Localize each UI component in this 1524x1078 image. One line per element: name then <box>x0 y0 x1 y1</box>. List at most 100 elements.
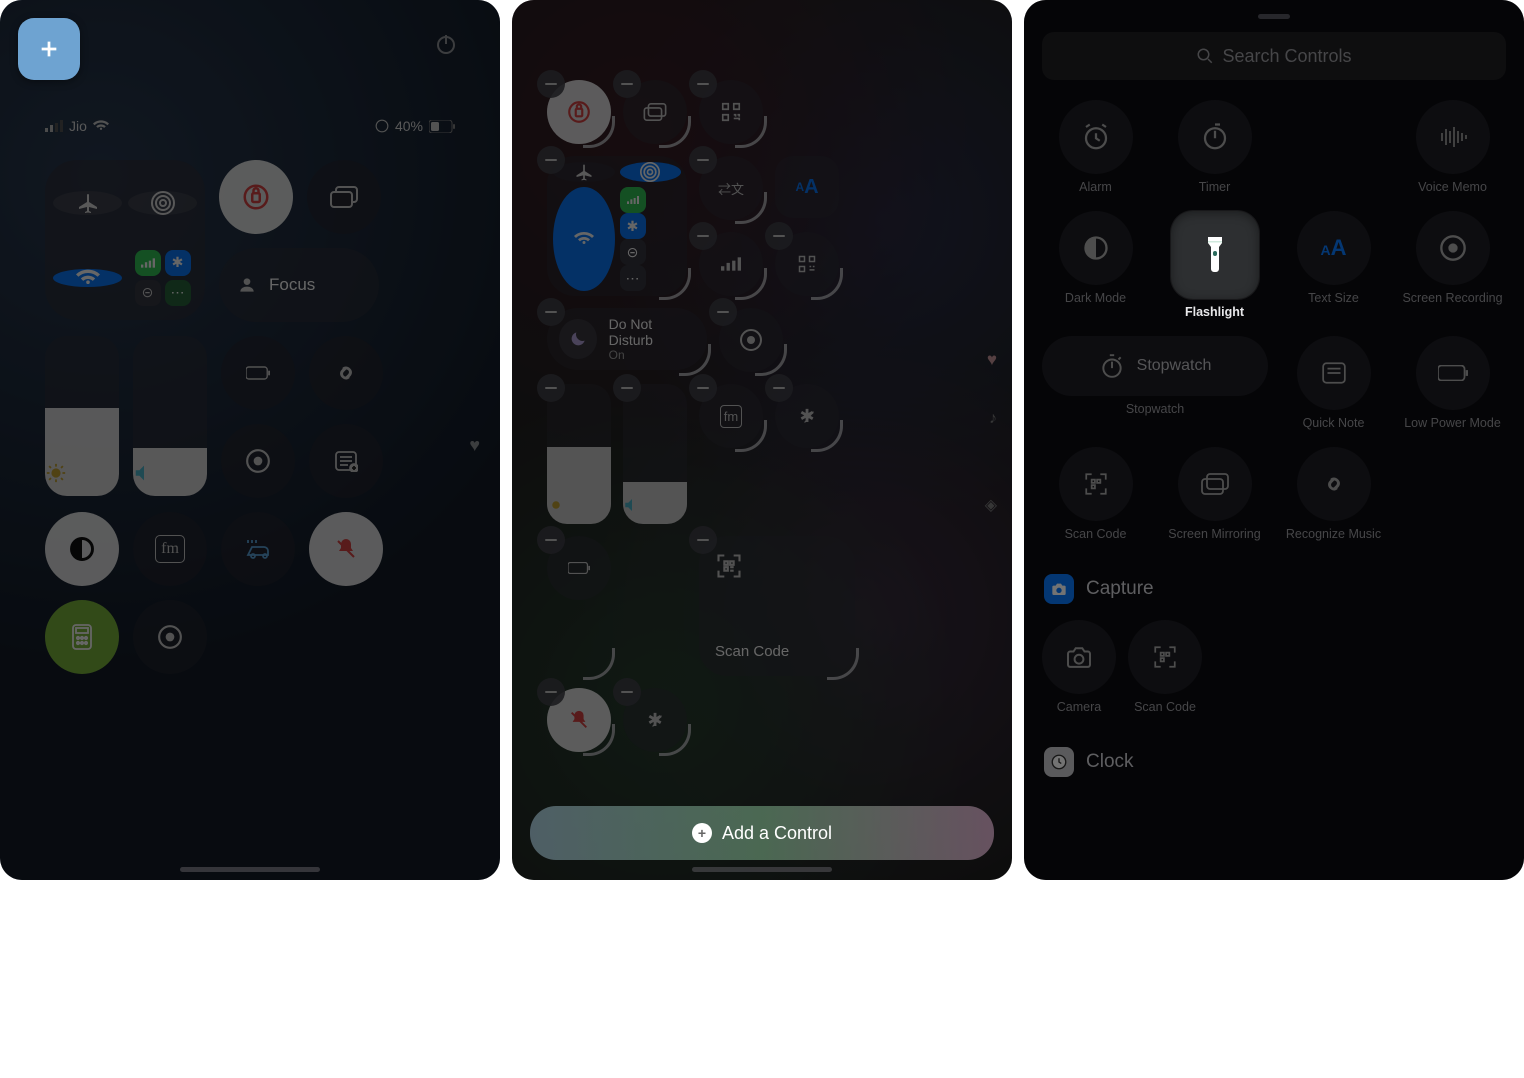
resize-handle[interactable] <box>735 192 767 224</box>
control-center-screenshot-1: Jio 40% ✱ <box>0 0 500 880</box>
cell-mini-icon <box>620 187 646 213</box>
scan-code-capture-control[interactable]: Scan Code <box>1128 620 1202 715</box>
home-indicator <box>692 867 832 872</box>
airplane-toggle[interactable] <box>53 191 122 215</box>
stopwatch-control[interactable]: Stopwatch Stopwatch <box>1042 336 1268 431</box>
remove-button[interactable] <box>537 298 565 326</box>
airdrop-toggle[interactable] <box>128 191 197 215</box>
clock-app-icon <box>1044 747 1074 777</box>
add-control-button[interactable]: + Add a Control <box>530 806 994 860</box>
resize-handle[interactable] <box>811 420 843 452</box>
resize-handle[interactable] <box>583 648 615 680</box>
resize-handle[interactable] <box>735 268 767 300</box>
status-bar: Jio 40% <box>0 118 500 134</box>
shazam-button[interactable] <box>309 336 383 410</box>
scan-code-control[interactable]: Scan Code <box>1042 447 1149 542</box>
flashlight-icon <box>1202 235 1228 275</box>
quick-note-control[interactable]: Quick Note <box>1280 336 1387 431</box>
extra-record-button[interactable] <box>133 600 207 674</box>
dark-mode-icon <box>68 535 96 563</box>
remove-button[interactable] <box>537 146 565 174</box>
wifi-toggle[interactable] <box>53 269 122 287</box>
remove-button[interactable] <box>689 70 717 98</box>
plus-icon <box>38 38 60 60</box>
screen-recording-toggle[interactable] <box>221 424 295 498</box>
screen-recording-control[interactable]: Screen Recording <box>1399 211 1506 320</box>
remove-button[interactable] <box>537 678 565 706</box>
brightness-slider[interactable] <box>45 336 119 496</box>
record-icon <box>1439 234 1467 262</box>
resize-handle[interactable] <box>583 116 615 148</box>
resize-handle[interactable] <box>659 268 691 300</box>
silent-toggle[interactable] <box>309 512 383 586</box>
carplay-button[interactable] <box>221 512 295 586</box>
remove-button[interactable] <box>537 70 565 98</box>
moon-icon <box>568 329 588 349</box>
power-button[interactable] <box>432 30 460 58</box>
quick-note-button[interactable] <box>309 424 383 498</box>
cellular-badge <box>135 250 161 276</box>
timer-control[interactable]: Timer <box>1161 100 1268 195</box>
remove-button[interactable] <box>613 374 641 402</box>
remove-button[interactable] <box>537 374 565 402</box>
resize-handle[interactable] <box>811 268 843 300</box>
music-side-icon: ♪ <box>989 410 997 428</box>
volume-slider-edit[interactable] <box>623 384 687 524</box>
search-controls-field[interactable]: Search Controls <box>1042 32 1506 80</box>
resize-handle[interactable] <box>583 724 615 756</box>
recognize-music-control[interactable]: Recognize Music <box>1280 447 1387 542</box>
remove-button[interactable] <box>689 222 717 250</box>
camera-control[interactable]: Camera <box>1042 620 1116 715</box>
calculator-button[interactable] <box>45 600 119 674</box>
remove-button[interactable] <box>689 526 717 554</box>
remove-button[interactable] <box>709 298 737 326</box>
remove-button[interactable] <box>689 374 717 402</box>
rotation-lock-icon <box>241 182 271 212</box>
screen-mirroring-toggle[interactable] <box>307 160 381 234</box>
control-center-grid: ✱ ⊝ ⋯ Focus <box>45 160 455 840</box>
wifi-icon <box>93 120 109 132</box>
text-size-control[interactable]: AA Text Size <box>1280 211 1387 320</box>
text-size-edit[interactable]: AA <box>775 156 839 218</box>
focus-button[interactable]: Focus <box>219 248 379 322</box>
hotspot-mini-icon: ⊝ <box>620 239 646 265</box>
text-size-icon: A <box>795 180 804 194</box>
satellite-mini-icon: ⋯ <box>620 265 646 291</box>
remove-button[interactable] <box>537 526 565 554</box>
brightness-icon <box>45 462 67 484</box>
resize-handle[interactable] <box>659 724 691 756</box>
qr-icon <box>1083 471 1109 497</box>
volume-slider[interactable] <box>133 336 207 496</box>
remove-button[interactable] <box>765 374 793 402</box>
low-power-icon <box>568 562 590 574</box>
remove-button[interactable] <box>689 146 717 174</box>
airdrop-icon <box>640 162 660 182</box>
brightness-slider-edit[interactable] <box>547 384 611 524</box>
connectivity-group[interactable]: ✱ ⊝ ⋯ <box>45 160 205 320</box>
voice-memo-control[interactable]: Voice Memo <box>1399 100 1506 195</box>
remove-button[interactable] <box>613 70 641 98</box>
rotation-lock-toggle[interactable] <box>219 160 293 234</box>
calculator-icon <box>71 623 93 651</box>
alarm-control[interactable]: Alarm <box>1042 100 1149 195</box>
qr-icon <box>715 552 743 580</box>
resize-handle[interactable] <box>755 344 787 376</box>
bluetooth-badge: ✱ <box>165 250 191 276</box>
dark-mode-control[interactable]: Dark Mode <box>1042 211 1149 320</box>
resize-handle[interactable] <box>827 648 859 680</box>
add-button[interactable] <box>18 18 80 80</box>
remove-button[interactable] <box>765 222 793 250</box>
freeform-button[interactable]: fm <box>133 512 207 586</box>
resize-handle[interactable] <box>659 116 691 148</box>
control-center-edit-screenshot-2: ✱ ⊝ ⋯ ⇄文 AA <box>512 0 1012 880</box>
resize-handle[interactable] <box>679 344 711 376</box>
screen-mirroring-control[interactable]: Screen Mirroring <box>1161 447 1268 542</box>
flashlight-control[interactable]: Flashlight <box>1161 211 1268 320</box>
resize-handle[interactable] <box>735 420 767 452</box>
sheet-grabber[interactable] <box>1258 14 1290 19</box>
low-power-toggle[interactable] <box>221 336 295 410</box>
resize-handle[interactable] <box>735 116 767 148</box>
low-power-control[interactable]: Low Power Mode <box>1399 336 1506 431</box>
remove-button[interactable] <box>613 678 641 706</box>
dark-mode-toggle[interactable] <box>45 512 119 586</box>
